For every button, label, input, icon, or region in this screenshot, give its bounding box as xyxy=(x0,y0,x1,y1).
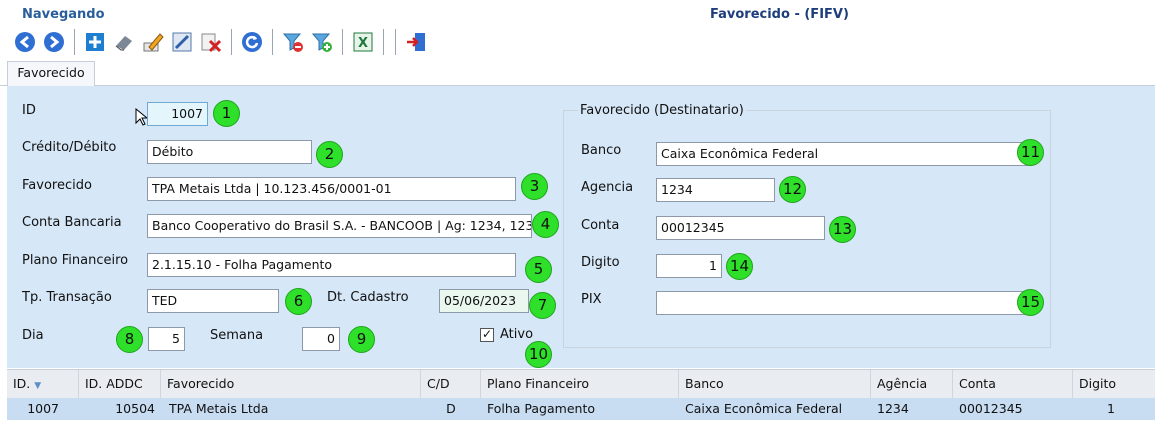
table-row[interactable]: 1007 10504 TPA Metais Ltda D Folha Pagam… xyxy=(7,398,1155,420)
tab-bar: Favorecido xyxy=(0,59,1155,86)
plano-financeiro-label: Plano Financeiro xyxy=(22,253,129,268)
banco-field[interactable]: Caixa Econômica Federal xyxy=(656,142,1032,166)
back-icon[interactable] xyxy=(12,29,38,55)
cell-id: 1007 xyxy=(27,401,59,416)
column-header-banco[interactable]: Banco xyxy=(679,370,871,398)
column-header-cd[interactable]: C/D xyxy=(421,370,481,398)
add-icon[interactable] xyxy=(82,29,108,55)
annotation-badge: 3 xyxy=(521,173,548,200)
column-header-favorecido[interactable]: Favorecido xyxy=(161,370,421,398)
column-header-conta[interactable]: Conta xyxy=(953,370,1073,398)
annotation-badge: 7 xyxy=(529,292,556,319)
column-header-digito[interactable]: Digito xyxy=(1073,370,1155,398)
cell-cd: D xyxy=(446,401,456,416)
tp-transacao-field[interactable]: TED xyxy=(147,289,279,313)
conta-bancaria-field[interactable]: Banco Cooperativo do Brasil S.A. - BANCO… xyxy=(147,214,532,238)
annotation-badge: 15 xyxy=(1017,289,1044,316)
pix-field[interactable] xyxy=(656,291,1032,315)
credito-debito-label: Crédito/Débito xyxy=(22,140,117,155)
annotation-badge: 11 xyxy=(1017,139,1044,166)
grid-header: ID. ▼ ID. ADDC Favorecido C/D Plano Fina… xyxy=(7,369,1155,399)
column-header-id[interactable]: ID. ▼ xyxy=(7,370,79,398)
cell-conta: 00012345 xyxy=(959,401,1023,416)
cell-id-addc: 10504 xyxy=(115,401,155,416)
annotation-badge: 12 xyxy=(779,176,806,203)
plano-financeiro-field[interactable]: 2.1.15.10 - Folha Pagamento xyxy=(147,253,516,277)
toolbar-separator xyxy=(74,29,75,55)
credito-debito-field[interactable]: Débito xyxy=(147,140,312,164)
agencia-field[interactable]: 1234 xyxy=(656,178,775,202)
conta-label: Conta xyxy=(581,218,620,233)
annotation-badge: 10 xyxy=(525,341,552,368)
forward-icon[interactable] xyxy=(41,29,67,55)
annotation-badge: 4 xyxy=(532,211,559,238)
top-bar: Navegando Favorecido - (FIFV) X xyxy=(0,0,1155,62)
digito-field[interactable]: 1 xyxy=(656,254,722,278)
tab-favorecido[interactable]: Favorecido xyxy=(7,61,95,86)
column-header-plano-financeiro[interactable]: Plano Financeiro xyxy=(481,370,679,398)
annotation-badge: 9 xyxy=(348,326,375,353)
annotation-badge: 6 xyxy=(285,288,312,315)
toolbar-separator xyxy=(342,29,343,55)
data-grid: ID. ▼ ID. ADDC Favorecido C/D Plano Fina… xyxy=(7,369,1155,426)
column-header-id-addc[interactable]: ID. ADDC xyxy=(79,370,161,398)
toolbar-separator xyxy=(272,29,273,55)
conta-bancaria-label: Conta Bancaria xyxy=(22,215,122,230)
agencia-label: Agencia xyxy=(581,180,634,195)
exit-icon[interactable] xyxy=(403,29,429,55)
dt-cadastro-field[interactable]: 05/06/2023 xyxy=(439,289,529,313)
toolbar: X xyxy=(12,26,432,58)
svg-text:X: X xyxy=(358,36,368,51)
destinatario-legend: Favorecido (Destinatario) xyxy=(578,103,746,118)
excel-icon[interactable]: X xyxy=(350,29,376,55)
annotation-badge: 1 xyxy=(213,100,240,127)
banco-label: Banco xyxy=(581,143,622,158)
annotation-badge: 8 xyxy=(116,326,143,353)
toolbar-separator xyxy=(231,29,232,55)
filter-add-icon[interactable] xyxy=(309,29,335,55)
annotation-badge: 5 xyxy=(525,256,552,283)
dia-label: Dia xyxy=(22,328,44,343)
favorecido-field[interactable]: TPA Metais Ltda | 10.123.456/0001-01 xyxy=(147,177,516,201)
dia-field[interactable]: 5 xyxy=(148,327,185,351)
annotation-badge: 14 xyxy=(726,253,753,280)
filter-remove-icon[interactable] xyxy=(280,29,306,55)
toolbar-separator xyxy=(383,29,384,55)
digito-label: Digito xyxy=(581,255,620,270)
nav-title: Navegando xyxy=(22,7,105,22)
cell-banco: Caixa Econômica Federal xyxy=(685,401,843,416)
semana-field[interactable]: 0 xyxy=(302,327,340,351)
dt-cadastro-label: Dt. Cadastro xyxy=(327,290,409,305)
cell-agencia: 1234 xyxy=(877,401,909,416)
eraser-icon[interactable] xyxy=(111,29,137,55)
toolbar-separator xyxy=(395,29,396,55)
cell-plano-financeiro: Folha Pagamento xyxy=(487,401,595,416)
column-header-agencia[interactable]: Agência xyxy=(871,370,953,398)
annotation-badge: 13 xyxy=(829,216,856,243)
edit-all-icon[interactable] xyxy=(169,29,195,55)
delete-icon[interactable] xyxy=(198,29,224,55)
id-label: ID xyxy=(22,103,36,118)
cell-digito: 1 xyxy=(1107,401,1115,416)
annotation-badge: 2 xyxy=(316,141,343,168)
pix-label: PIX xyxy=(581,292,602,307)
semana-label: Semana xyxy=(210,328,264,343)
ativo-checkbox[interactable]: ✓ xyxy=(480,328,494,342)
edit-icon[interactable] xyxy=(140,29,166,55)
favorecido-label: Favorecido xyxy=(22,178,92,193)
refresh-icon[interactable] xyxy=(239,29,265,55)
cell-favorecido: TPA Metais Ltda xyxy=(169,401,269,416)
window-title: Favorecido - (FIFV) xyxy=(710,7,849,22)
id-field[interactable]: 1007 xyxy=(147,102,208,126)
sort-desc-icon: ▼ xyxy=(34,381,42,391)
conta-field[interactable]: 00012345 xyxy=(656,216,825,240)
tp-transacao-label: Tp. Transação xyxy=(22,290,112,305)
ativo-label: Ativo xyxy=(500,327,534,342)
